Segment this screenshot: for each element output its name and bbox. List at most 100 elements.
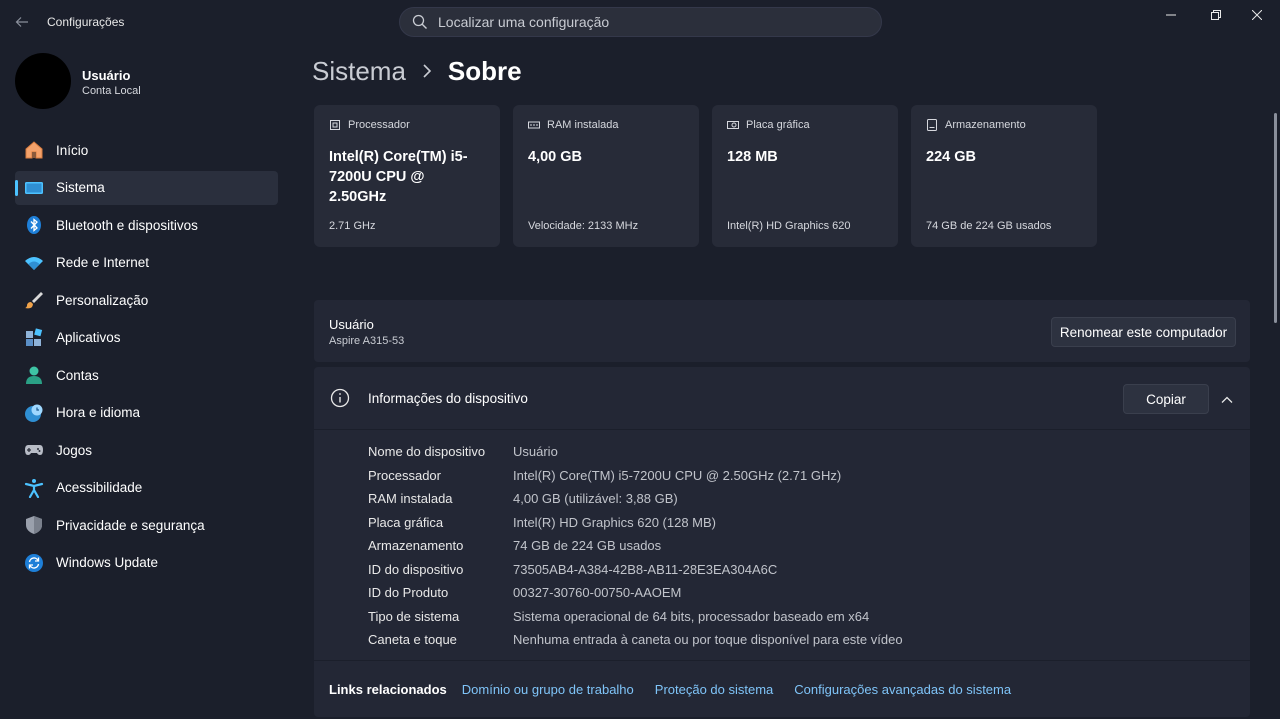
info-row: RAM instalada 4,00 GB (utilizável: 3,88 … [368, 487, 903, 511]
close-button[interactable] [1234, 0, 1280, 30]
sidebar-item-rede[interactable]: Rede e Internet [15, 246, 278, 280]
info-value: 00327-30760-00750-AAOEM [513, 585, 682, 601]
card-foot: 2.71 GHz [329, 220, 376, 232]
sidebar-item-label: Rede e Internet [56, 255, 150, 270]
info-row: Placa gráfica Intel(R) HD Graphics 620 (… [368, 511, 903, 535]
computer-model: Aspire A315-53 [329, 335, 405, 347]
accessibility-icon [24, 478, 44, 498]
info-row: Nome do dispositivo Usuário [368, 440, 903, 464]
search-box[interactable] [399, 7, 882, 37]
device-info-header[interactable]: Informações do dispositivo Copiar [314, 367, 1250, 430]
card-title: Placa gráfica [746, 119, 810, 131]
info-label: Caneta e toque [368, 632, 457, 648]
link-advanced-system-settings[interactable]: Configurações avançadas do sistema [794, 682, 1011, 697]
sidebar-item-label: Início [56, 142, 89, 158]
info-value: Sistema operacional de 64 bits, processa… [513, 608, 870, 624]
info-value: Nenhuma entrada à caneta ou por toque di… [513, 632, 903, 648]
profile-name: Usuário [82, 68, 131, 83]
info-value: Intel(R) HD Graphics 620 (128 MB) [513, 514, 717, 530]
cpu-icon [330, 120, 340, 130]
info-label: Placa gráfica [368, 514, 444, 530]
search-icon [412, 14, 427, 29]
sidebar-item-label: Bluetooth e dispositivos [56, 217, 198, 233]
user-profile[interactable]: Usuário Conta Local [15, 53, 275, 111]
card-value: 4,00 GB [528, 149, 582, 165]
sidebar-item-label: Acessibilidade [56, 480, 143, 495]
sidebar-item-label: Sistema [56, 180, 105, 195]
info-row: Armazenamento 74 GB de 224 GB usados [368, 534, 903, 558]
sidebar-item-jogos[interactable]: Jogos [15, 433, 278, 467]
breadcrumb: Sistema Sobre [312, 54, 522, 88]
info-label: RAM instalada [368, 491, 453, 507]
sidebar-item-label: Jogos [56, 442, 93, 458]
apps-icon [24, 327, 44, 348]
sidebar-item-privacidade[interactable]: Privacidade e segurança [15, 508, 278, 542]
card-foot: Velocidade: 2133 MHz [528, 220, 639, 232]
related-links-label: Links relacionados [329, 681, 447, 697]
card-value: 224 GB [926, 149, 976, 165]
back-button[interactable] [8, 8, 36, 36]
card-value: Intel(R) Core(TM) i5-7200U CPU @ 2.50GHz [329, 149, 468, 205]
rename-computer-button[interactable]: Renomear este computador [1051, 317, 1236, 347]
info-row: Caneta e toque Nenhuma entrada à caneta … [368, 628, 903, 652]
title-bar: Configurações [0, 0, 1280, 44]
sidebar-item-acessibilidade[interactable]: Acessibilidade [15, 471, 278, 505]
info-value: 74 GB de 224 GB usados [513, 538, 662, 554]
info-row: ID do Produto 00327-30760-00750-AAOEM [368, 581, 903, 605]
sidebar-item-label: Windows Update [56, 555, 159, 570]
update-icon [24, 553, 44, 573]
restore-button[interactable] [1193, 0, 1239, 30]
sidebar-item-label: Contas [56, 367, 99, 383]
gpu-icon [727, 121, 739, 129]
sidebar-item-contas[interactable]: Contas [15, 358, 278, 392]
sidebar-item-label: Hora e idioma [56, 405, 141, 420]
sidebar-item-inicio[interactable]: Início [15, 133, 278, 167]
page-title: Sobre [447, 55, 522, 86]
sidebar-item-aplicativos[interactable]: Aplicativos [15, 321, 278, 355]
info-value: Usuário [513, 444, 558, 460]
info-label: Nome do dispositivo [368, 444, 486, 460]
app-title: Configurações [47, 15, 125, 29]
card-foot: 74 GB de 224 GB usados [926, 220, 1052, 232]
card-gpu: Placa gráfica 128 MB Intel(R) HD Graphic… [712, 105, 898, 247]
sidebar-item-sistema[interactable]: Sistema [15, 170, 278, 205]
search-input[interactable] [438, 14, 818, 30]
sidebar-item-windows-update[interactable]: Windows Update [15, 546, 278, 580]
sidebar-item-hora[interactable]: Hora e idioma [15, 396, 278, 430]
clock-globe-icon [24, 403, 44, 423]
minimize-button[interactable] [1148, 0, 1194, 30]
chevron-up-icon[interactable] [1219, 392, 1235, 408]
scrollbar[interactable] [1274, 113, 1277, 323]
info-icon [330, 388, 350, 408]
info-row: ID do dispositivo 73505AB4-A384-42B8-AB1… [368, 558, 903, 582]
minimize-icon [1166, 14, 1176, 16]
wifi-icon [24, 253, 44, 273]
home-icon [24, 140, 44, 160]
info-row: Processador Intel(R) Core(TM) i5-7200U C… [368, 464, 903, 488]
info-value: 4,00 GB (utilizável: 3,88 GB) [513, 491, 678, 507]
breadcrumb-parent[interactable]: Sistema [312, 56, 406, 87]
computer-name-panel: Usuário Aspire A315-53 Renomear este com… [314, 300, 1250, 362]
info-label: ID do Produto [368, 585, 449, 601]
sidebar-item-personalizacao[interactable]: Personalização [15, 283, 278, 317]
sidebar-item-label: Privacidade e segurança [56, 517, 205, 533]
copy-button[interactable]: Copiar [1123, 384, 1209, 414]
info-label: Processador [368, 467, 441, 483]
gamepad-icon [24, 440, 44, 460]
link-system-protection[interactable]: Proteção do sistema [655, 682, 774, 697]
close-icon [1252, 10, 1262, 20]
device-info-title: Informações do dispositivo [368, 391, 528, 406]
card-title: RAM instalada [547, 119, 619, 131]
card-title: Armazenamento [945, 119, 1026, 131]
chevron-right-icon [422, 64, 432, 78]
account-type: Conta Local [82, 85, 141, 97]
sidebar-item-label: Aplicativos [56, 330, 121, 345]
bluetooth-icon [24, 215, 44, 235]
shield-icon [24, 515, 44, 535]
card-ram: RAM instalada 4,00 GB Velocidade: 2133 M… [513, 105, 699, 247]
sidebar-item-bluetooth[interactable]: Bluetooth e dispositivos [15, 208, 278, 242]
card-foot: Intel(R) HD Graphics 620 [727, 220, 851, 232]
link-domain-workgroup[interactable]: Domínio ou grupo de trabalho [462, 682, 634, 697]
device-info-panel: Informações do dispositivo Copiar Nome d… [314, 367, 1250, 717]
sidebar-nav: Início Sistema Bluetooth e dispositivos … [15, 133, 278, 583]
